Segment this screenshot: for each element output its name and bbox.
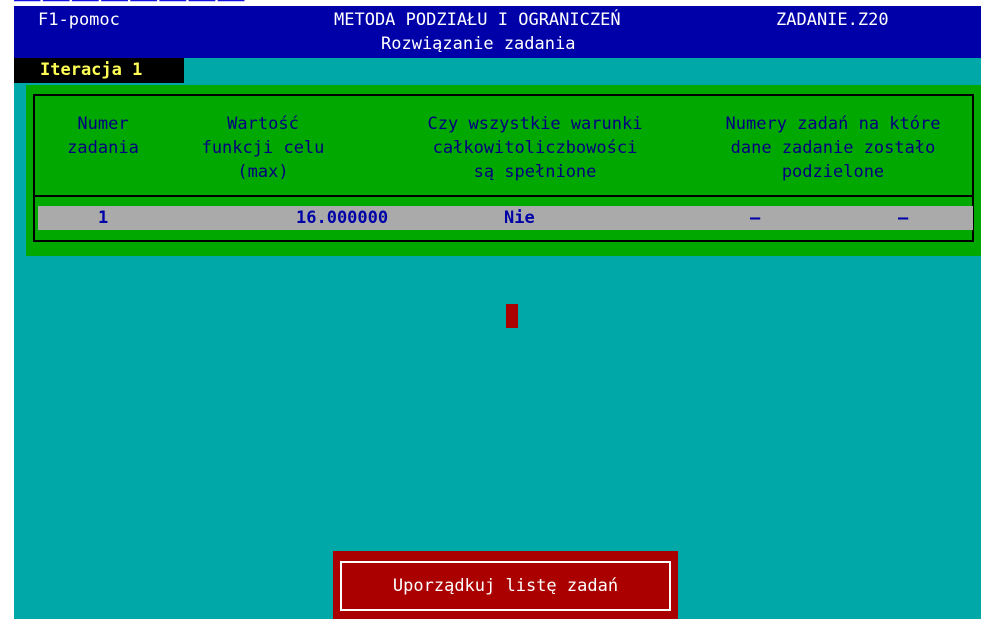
header-divider xyxy=(35,195,972,197)
task-name: ZADANIE.Z20 xyxy=(776,10,889,30)
screen-subtitle: Rozwiązanie zadania xyxy=(381,34,576,54)
column-header-objective-value: Wartość funkcji celu (max) xyxy=(201,114,325,182)
title-bar: F1-pomoc METODA PODZIAŁU I OGRANICZEŃ ZA… xyxy=(14,6,981,58)
subtask-2-cell: – xyxy=(898,208,909,228)
task-number-cell: 1 xyxy=(98,208,109,228)
subtask-1-cell: – xyxy=(750,208,761,228)
integer-conditions-cell: Nie xyxy=(504,208,535,228)
text-cursor xyxy=(506,304,518,328)
results-panel: Numer zadania Wartość funkcji celu (max)… xyxy=(26,85,981,256)
table-row[interactable]: 1 16.000000 Nie – – xyxy=(38,206,973,230)
help-hint[interactable]: F1-pomoc xyxy=(38,8,120,32)
app-screen: F1-pomoc METODA PODZIAŁU I OGRANICZEŃ ZA… xyxy=(14,6,981,619)
method-title: METODA PODZIAŁU I OGRANICZEŃ xyxy=(334,10,621,30)
iteration-label: Iteracja 1 xyxy=(14,58,184,83)
sort-task-list-button[interactable]: Uporządkuj listę zadań xyxy=(333,551,678,619)
results-table: Numer zadania Wartość funkcji celu (max)… xyxy=(33,94,974,242)
sort-task-list-button-label: Uporządkuj listę zadań xyxy=(340,561,671,611)
objective-value-cell: 16.000000 xyxy=(296,208,389,228)
column-header-task-number: Numer zadania xyxy=(67,114,139,158)
column-header-integer-conditions: Czy wszystkie warunki całkowitoliczbowoś… xyxy=(427,114,643,182)
column-header-subtasks: Numery zadań na które dane zadanie zosta… xyxy=(725,114,941,182)
